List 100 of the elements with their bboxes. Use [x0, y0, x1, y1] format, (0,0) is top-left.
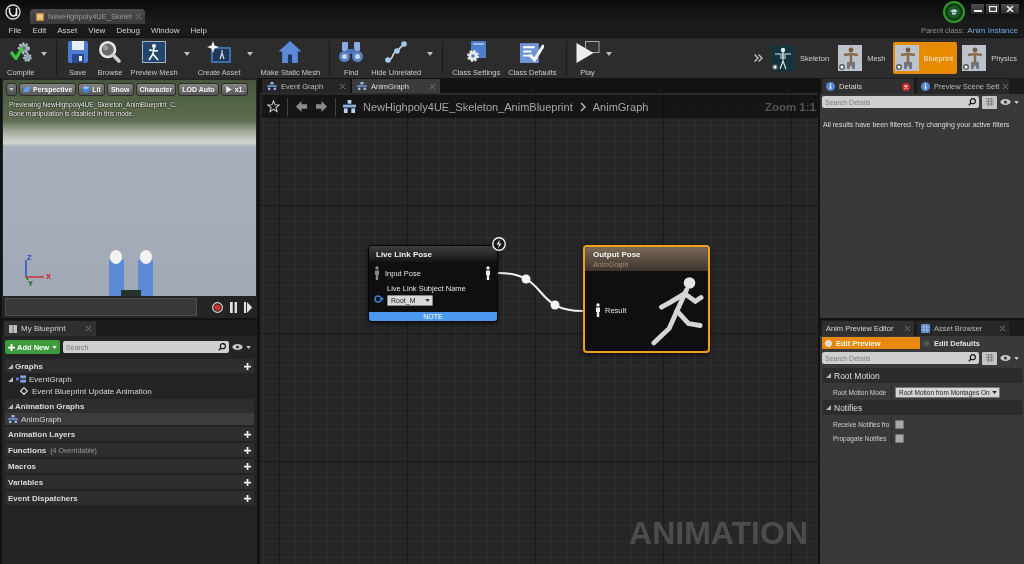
- tree-item[interactable]: EventGraph: [5, 373, 254, 385]
- play-icon: [575, 41, 600, 63]
- record-icon[interactable]: [212, 301, 223, 313]
- graph-icon: [357, 82, 367, 90]
- parent-class-link[interactable]: Anim Instance: [967, 26, 1018, 35]
- pause-icon[interactable]: [230, 301, 238, 313]
- maximize-icon: [988, 6, 997, 12]
- category-row[interactable]: Variables: [5, 475, 254, 489]
- category-header[interactable]: Notifies: [823, 400, 1022, 415]
- anim-graph-icon: [343, 100, 356, 113]
- skeleton-thumbnail-icon: [771, 45, 795, 71]
- search-icon: [218, 343, 226, 351]
- tree-item[interactable]: Event Blueprint Update Animation: [5, 385, 254, 397]
- eye-icon[interactable]: [1000, 99, 1011, 105]
- expanded-triangle-icon[interactable]: [826, 373, 831, 378]
- minimize-button[interactable]: [970, 3, 985, 15]
- menu-item[interactable]: Window: [145, 26, 185, 35]
- menu-item[interactable]: File: [3, 26, 27, 35]
- caret-icon[interactable]: [183, 52, 190, 56]
- plus-icon[interactable]: [244, 430, 251, 438]
- forward-arrow-icon[interactable]: [315, 100, 328, 113]
- plus-icon: [8, 343, 15, 351]
- grid-icon: [985, 354, 994, 362]
- cube-icon: [82, 86, 91, 93]
- info-icon: [826, 82, 835, 91]
- step-forward-icon[interactable]: [244, 301, 253, 313]
- viewport-menu-button[interactable]: [6, 83, 17, 96]
- star-icon[interactable]: [267, 100, 280, 113]
- caret-icon: [991, 390, 997, 394]
- plus-icon[interactable]: [244, 494, 251, 502]
- timeline-track[interactable]: [5, 298, 197, 316]
- graph-icon: [16, 375, 26, 383]
- caret-icon[interactable]: [246, 345, 251, 349]
- zoom-level: Zoom 1:1: [764, 100, 816, 113]
- close-button[interactable]: [1000, 3, 1020, 15]
- eye-icon[interactable]: [232, 344, 243, 350]
- menu-item[interactable]: Edit: [26, 26, 52, 35]
- caret-icon: [52, 345, 58, 349]
- menu-item[interactable]: Help: [184, 26, 213, 35]
- category-header[interactable]: Root Motion: [823, 368, 1022, 383]
- gear-document-icon: [464, 41, 489, 63]
- plus-icon[interactable]: [244, 478, 251, 486]
- expanded-triangle-icon[interactable]: [8, 363, 13, 369]
- expanded-triangle-icon[interactable]: [8, 403, 13, 409]
- breadcrumb-link[interactable]: AnimGraph: [592, 100, 649, 113]
- tree-item[interactable]: AnimGraph: [5, 413, 254, 425]
- house-icon: [278, 41, 303, 63]
- breadcrumb-link[interactable]: NewHighpoly4UE_Skeleton_AnimBlueprint: [363, 100, 573, 113]
- connected-nodes-icon: [384, 41, 409, 63]
- caret-icon[interactable]: [605, 52, 612, 56]
- book-icon: [36, 12, 44, 21]
- category-row[interactable]: Animation Graphs: [5, 399, 254, 413]
- caret-icon[interactable]: [1014, 100, 1019, 104]
- menu-item[interactable]: Debug: [110, 26, 146, 35]
- reroute-knot[interactable]: [521, 274, 531, 284]
- asset-grid-icon: [921, 324, 930, 333]
- menu-item[interactable]: Asset: [51, 26, 83, 35]
- checkbox[interactable]: [895, 419, 904, 429]
- checkbox[interactable]: [895, 433, 904, 443]
- eye-icon[interactable]: [1000, 355, 1011, 361]
- back-arrow-icon[interactable]: [295, 100, 308, 113]
- character-legs-drawing: [107, 250, 155, 296]
- anim-graph-icon: [8, 415, 18, 423]
- connection-wire[interactable]: [497, 272, 584, 312]
- maximize-button[interactable]: [985, 3, 1000, 15]
- category-row[interactable]: Event Dispatchers: [5, 491, 254, 505]
- caret-icon[interactable]: [1014, 356, 1019, 360]
- caret-icon[interactable]: [40, 52, 47, 56]
- reroute-knot[interactable]: [550, 300, 560, 310]
- plus-icon[interactable]: [244, 446, 251, 454]
- book-icon: [9, 324, 17, 333]
- category-row[interactable]: Macros: [5, 459, 254, 473]
- character-thumbnail-icon: [838, 45, 863, 71]
- pose-pin-icon[interactable]: [595, 303, 601, 317]
- close-icon[interactable]: [902, 82, 910, 91]
- plus-icon[interactable]: [244, 362, 251, 370]
- pin-circle-icon[interactable]: [374, 294, 384, 303]
- chevron-right-icon: [579, 101, 586, 112]
- graph-icon: [267, 82, 277, 90]
- pose-pin-icon[interactable]: [485, 266, 491, 280]
- diamond-event-icon: [19, 387, 29, 395]
- grid-icon: [985, 98, 994, 106]
- cap-badge-icon[interactable]: [943, 1, 965, 23]
- category-row[interactable]: Animation Layers: [5, 427, 254, 441]
- expanded-triangle-icon[interactable]: [826, 405, 831, 410]
- view-options-button[interactable]: [982, 351, 997, 365]
- caret-icon[interactable]: [427, 52, 434, 56]
- menu-item[interactable]: View: [82, 26, 111, 35]
- plus-icon[interactable]: [244, 462, 251, 470]
- caret-icon[interactable]: [246, 52, 253, 56]
- engine-logo-icon[interactable]: [5, 4, 21, 20]
- lightning-icon: [492, 237, 506, 251]
- save-icon: [65, 41, 90, 63]
- view-options-button[interactable]: [982, 95, 997, 109]
- category-row[interactable]: Graphs: [5, 359, 254, 373]
- double-chevron-icon[interactable]: [754, 54, 763, 62]
- panel-tab[interactable]: My Blueprint: [4, 321, 96, 336]
- search-icon: [968, 354, 976, 362]
- expanded-triangle-icon[interactable]: [8, 376, 13, 382]
- picture-sparkle-icon: [207, 41, 232, 63]
